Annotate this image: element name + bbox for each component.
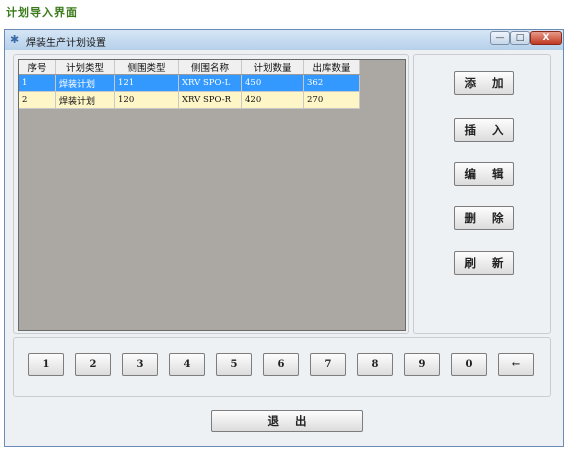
app-gear-icon: ✱ bbox=[10, 33, 20, 46]
grid-panel: 序号 计划类型 侧围类型 侧围名称 计划数量 出库数量 1 焊装计划 121 X… bbox=[13, 54, 409, 334]
cell-out-qty: 270 bbox=[303, 91, 360, 109]
page-caption: 计划导入界面 bbox=[6, 6, 78, 19]
header-row: 序号 计划类型 侧围类型 侧围名称 计划数量 出库数量 bbox=[19, 60, 360, 75]
header-plan-type[interactable]: 计划类型 bbox=[55, 60, 115, 75]
plan-table: 序号 计划类型 侧围类型 侧围名称 计划数量 出库数量 1 焊装计划 121 X… bbox=[19, 60, 360, 109]
cell-plan-type: 焊装计划 bbox=[55, 91, 115, 109]
delete-button[interactable]: 删 除 bbox=[454, 206, 514, 230]
refresh-button[interactable]: 刷 新 bbox=[454, 251, 514, 275]
plan-settings-window: ✱ 焊装生产计划设置 — □ X 序号 计划类型 侧围类型 侧围名称 计划数量 … bbox=[4, 29, 564, 447]
key-4-button[interactable]: 4 bbox=[169, 353, 205, 376]
header-index[interactable]: 序号 bbox=[19, 60, 56, 75]
header-out-qty[interactable]: 出库数量 bbox=[303, 60, 360, 75]
minimize-button[interactable]: — bbox=[490, 31, 510, 45]
cell-index: 2 bbox=[19, 91, 56, 109]
cell-plan-type: 焊装计划 bbox=[55, 74, 115, 92]
action-panel: 添 加 插 入 编 辑 删 除 刷 新 bbox=[413, 54, 551, 334]
header-panel-type[interactable]: 侧围类型 bbox=[114, 60, 179, 75]
backspace-button[interactable]: ← bbox=[498, 353, 534, 376]
edit-button[interactable]: 编 辑 bbox=[454, 162, 514, 186]
close-button[interactable]: X bbox=[530, 31, 562, 45]
key-2-button[interactable]: 2 bbox=[75, 353, 111, 376]
key-1-button[interactable]: 1 bbox=[28, 353, 64, 376]
table-row[interactable]: 2 焊装计划 120 XRV SPO-R 420 270 bbox=[19, 91, 360, 109]
cell-panel-type: 120 bbox=[114, 91, 179, 109]
plan-grid[interactable]: 序号 计划类型 侧围类型 侧围名称 计划数量 出库数量 1 焊装计划 121 X… bbox=[18, 59, 406, 331]
key-3-button[interactable]: 3 bbox=[122, 353, 158, 376]
cell-panel-type: 121 bbox=[114, 74, 179, 92]
exit-button[interactable]: 退 出 bbox=[211, 410, 363, 432]
add-button[interactable]: 添 加 bbox=[454, 71, 514, 95]
cell-plan-qty: 420 bbox=[241, 91, 304, 109]
maximize-button[interactable]: □ bbox=[510, 31, 530, 45]
key-9-button[interactable]: 9 bbox=[404, 353, 440, 376]
keypad-panel: 1 2 3 4 5 6 7 8 9 0 ← bbox=[13, 337, 551, 397]
cell-index: 1 bbox=[19, 74, 56, 92]
window-title: 焊装生产计划设置 bbox=[26, 38, 106, 49]
header-plan-qty[interactable]: 计划数量 bbox=[241, 60, 304, 75]
key-0-button[interactable]: 0 bbox=[451, 353, 487, 376]
title-bar[interactable]: ✱ 焊装生产计划设置 — □ X bbox=[5, 30, 563, 50]
key-8-button[interactable]: 8 bbox=[357, 353, 393, 376]
key-7-button[interactable]: 7 bbox=[310, 353, 346, 376]
header-panel-name[interactable]: 侧围名称 bbox=[178, 60, 242, 75]
cell-panel-name: XRV SPO-L bbox=[178, 74, 242, 92]
cell-plan-qty: 450 bbox=[241, 74, 304, 92]
key-5-button[interactable]: 5 bbox=[216, 353, 252, 376]
cell-panel-name: XRV SPO-R bbox=[178, 91, 242, 109]
insert-button[interactable]: 插 入 bbox=[454, 118, 514, 142]
key-6-button[interactable]: 6 bbox=[263, 353, 299, 376]
cell-out-qty: 362 bbox=[303, 74, 360, 92]
table-row[interactable]: 1 焊装计划 121 XRV SPO-L 450 362 bbox=[19, 74, 360, 92]
